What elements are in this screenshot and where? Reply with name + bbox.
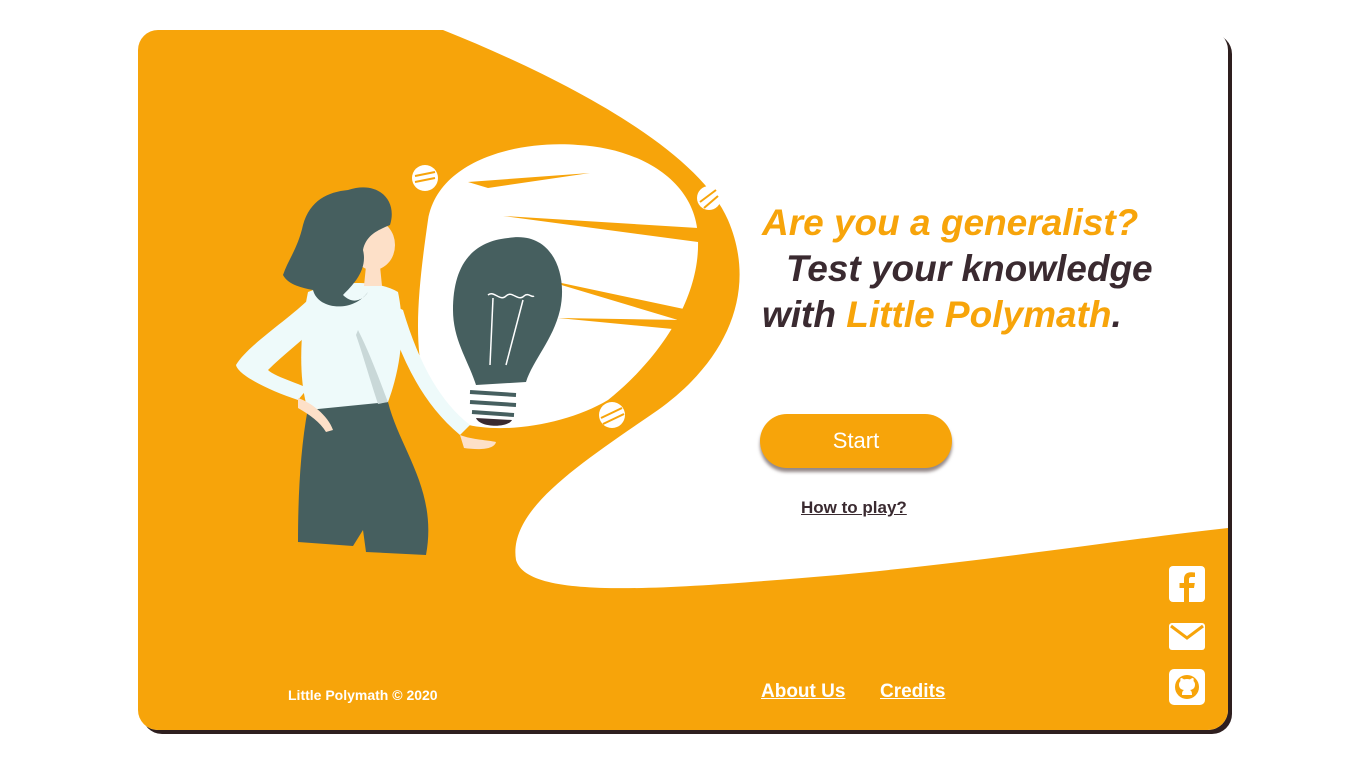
hero-line-1: Are you a generalist?: [762, 202, 1139, 243]
woman-lightbulb-illustration: [236, 187, 563, 555]
facebook-link[interactable]: [1168, 565, 1206, 603]
credits-link[interactable]: Credits: [880, 681, 945, 703]
hero-headline: Are you a generalist? Test your knowledg…: [762, 200, 1202, 338]
facebook-icon: [1169, 566, 1205, 602]
brand-name: Little Polymath: [846, 294, 1112, 335]
start-button[interactable]: Start: [760, 414, 952, 468]
woman-figure: [236, 187, 496, 555]
how-to-play-link[interactable]: How to play?: [801, 498, 907, 518]
about-us-link[interactable]: About Us: [761, 681, 845, 703]
copyright-text: Little Polymath © 2020: [288, 687, 438, 703]
lightbulb-icon: [453, 237, 563, 426]
main-card: Are you a generalist? Test your knowledg…: [138, 30, 1228, 730]
email-icon: [1169, 623, 1205, 650]
hero-line-3: with Little Polymath.: [762, 292, 1202, 338]
email-link[interactable]: [1168, 618, 1206, 656]
github-icon: [1169, 669, 1205, 705]
hero-line-2: Test your knowledge: [786, 248, 1153, 289]
hero-line-3-prefix: with: [762, 294, 847, 335]
hero-line-3-suffix: .: [1111, 294, 1122, 335]
github-link[interactable]: [1168, 668, 1206, 706]
